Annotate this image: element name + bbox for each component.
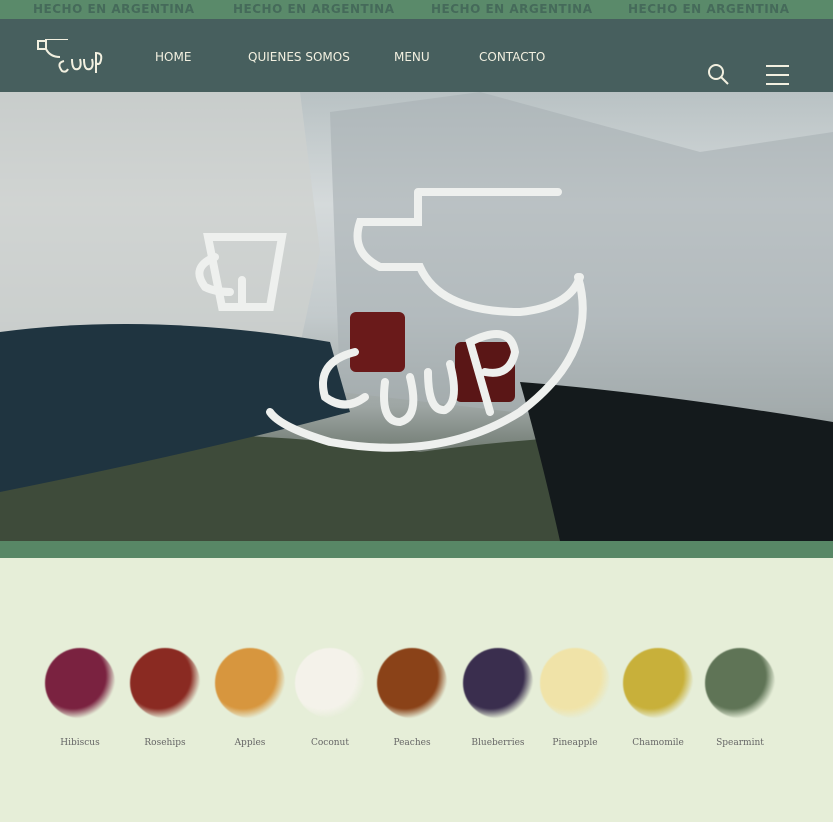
nav-home[interactable]: HOME bbox=[155, 50, 191, 64]
ticker-text: HECHO EN ARGENTINA bbox=[431, 2, 593, 16]
ticker-banner: HECHO EN ARGENTINA HECHO EN ARGENTINA HE… bbox=[0, 0, 833, 19]
ingredient-image bbox=[705, 648, 775, 718]
ingredient-item[interactable]: Hibiscus bbox=[35, 648, 125, 748]
hero-photo-mountains bbox=[0, 92, 833, 541]
ingredient-label: Pineapple bbox=[552, 738, 598, 748]
ingredient-image bbox=[377, 648, 447, 718]
search-icon[interactable] bbox=[707, 63, 731, 87]
ticker-text: HECHO EN ARGENTINA bbox=[33, 2, 195, 16]
ingredient-item[interactable]: Rosehips bbox=[120, 648, 210, 748]
navbar: HOME QUIENES SOMOS MENU CONTACTO bbox=[0, 19, 833, 92]
ingredient-image bbox=[130, 648, 200, 718]
ingredient-image bbox=[295, 648, 365, 718]
ingredient-item[interactable]: Apples bbox=[205, 648, 295, 748]
ingredient-label: Coconut bbox=[311, 738, 349, 748]
ingredient-label: Hibiscus bbox=[60, 738, 100, 748]
hamburger-menu-icon[interactable] bbox=[765, 64, 790, 86]
cuup-logo[interactable] bbox=[36, 39, 104, 75]
ingredient-item[interactable]: Chamomile bbox=[613, 648, 703, 748]
ingredient-image bbox=[215, 648, 285, 718]
ingredient-item[interactable]: Spearmint bbox=[695, 648, 785, 748]
ticker-text: HECHO EN ARGENTINA bbox=[233, 2, 395, 16]
ingredient-image bbox=[623, 648, 693, 718]
ingredient-image bbox=[463, 648, 533, 718]
nav-menu[interactable]: MENU bbox=[394, 50, 430, 64]
ingredient-item[interactable]: Coconut bbox=[285, 648, 375, 748]
ingredient-item[interactable]: Pineapple bbox=[530, 648, 620, 748]
ingredient-image bbox=[45, 648, 115, 718]
ingredient-label: Apples bbox=[234, 738, 266, 748]
hero-image bbox=[0, 92, 833, 541]
divider-band bbox=[0, 541, 833, 558]
ingredient-item[interactable]: Peaches bbox=[367, 648, 457, 748]
ingredient-label: Peaches bbox=[393, 738, 431, 748]
nav-contacto[interactable]: CONTACTO bbox=[479, 50, 545, 64]
ingredient-image bbox=[540, 648, 610, 718]
ingredient-label: Chamomile bbox=[632, 738, 684, 748]
left-mug bbox=[350, 312, 405, 372]
ingredient-label: Spearmint bbox=[716, 738, 764, 748]
ticker-text: HECHO EN ARGENTINA bbox=[628, 2, 790, 16]
nav-quienes-somos[interactable]: QUIENES SOMOS bbox=[248, 50, 350, 64]
ingredient-label: Rosehips bbox=[144, 738, 186, 748]
